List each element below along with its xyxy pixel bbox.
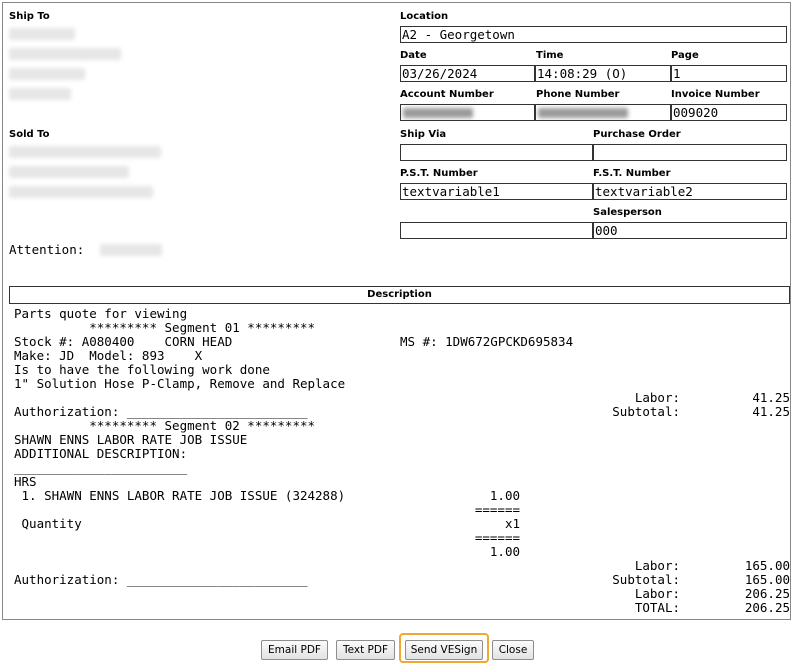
date-field: 03/26/2024 bbox=[400, 65, 535, 82]
ship-to-label: Ship To bbox=[9, 11, 50, 22]
salesperson-field: 000 bbox=[593, 222, 787, 239]
invoice-number-field: 009020 bbox=[671, 104, 787, 121]
phone-number-field bbox=[535, 104, 671, 121]
seg1-subtotal-label: Subtotal: bbox=[612, 404, 680, 419]
qty-separator-1: ====== bbox=[474, 502, 520, 517]
segment-01-header: ********* Segment 01 ********* bbox=[14, 320, 316, 335]
invoice-number-label: Invoice Number bbox=[671, 89, 760, 100]
account-number-label: Account Number bbox=[400, 89, 494, 100]
ms-number: MS #: 1DW672GPCKD695834 bbox=[400, 334, 574, 349]
time-label: Time bbox=[536, 50, 564, 61]
salesperson-left-field bbox=[400, 222, 593, 239]
seg2-labor-label: Labor: bbox=[634, 558, 680, 573]
sold-to-label: Sold To bbox=[9, 129, 50, 140]
total-labor-value: 206.25 bbox=[744, 586, 790, 601]
salesperson-label: Salesperson bbox=[593, 207, 662, 218]
page-label: Page bbox=[671, 50, 699, 61]
close-button[interactable]: Close bbox=[492, 640, 534, 660]
ship-via-field bbox=[400, 144, 593, 161]
pst-number-field: textvariable1 bbox=[400, 183, 593, 200]
fst-number-label: F.S.T. Number bbox=[593, 168, 671, 179]
purchase-order-field bbox=[593, 144, 787, 161]
seg2-subtotal-label: Subtotal: bbox=[612, 572, 680, 587]
pst-number-label: P.S.T. Number bbox=[400, 168, 478, 179]
description-line: Parts quote for viewing bbox=[14, 306, 188, 321]
seg2-subtotal-value: 165.00 bbox=[744, 572, 790, 587]
labor-rate-line: SHAWN ENNS LABOR RATE JOB ISSUE bbox=[14, 432, 248, 447]
segment-02-header: ********* Segment 02 ********* bbox=[14, 418, 316, 433]
phone-number-redacted bbox=[538, 108, 628, 118]
seg1-subtotal-value: 41.25 bbox=[752, 404, 790, 419]
labor-item-line: 1. SHAWN ENNS LABOR RATE JOB ISSUE (3242… bbox=[14, 488, 346, 503]
attention-redacted bbox=[100, 244, 162, 256]
ship-via-label: Ship Via bbox=[400, 129, 447, 140]
work-description-line: Is to have the following work done bbox=[14, 362, 270, 377]
action-bar: Email PDF Text PDF Send VESign Close bbox=[0, 633, 793, 663]
qty-separator-2: ====== bbox=[474, 530, 520, 545]
authorization-line-2: Authorization: ________________________ bbox=[14, 572, 308, 587]
grand-total-label: TOTAL: bbox=[634, 600, 680, 615]
email-pdf-button[interactable]: Email PDF bbox=[261, 640, 328, 660]
qty-hours: 1.00 bbox=[489, 488, 520, 503]
account-number-redacted bbox=[403, 108, 473, 118]
authorization-line-1: Authorization: ________________________ bbox=[14, 404, 308, 419]
qty-total: 1.00 bbox=[489, 544, 520, 559]
location-label: Location bbox=[400, 11, 449, 22]
qty-multiplier: x1 bbox=[504, 516, 520, 531]
account-number-field bbox=[400, 104, 535, 121]
hrs-label: HRS bbox=[14, 474, 37, 489]
purchase-order-label: Purchase Order bbox=[593, 129, 681, 140]
grand-total-value: 206.25 bbox=[744, 600, 790, 615]
seg1-labor-value: 41.25 bbox=[752, 390, 790, 405]
text-pdf-button[interactable]: Text PDF bbox=[336, 640, 395, 660]
work-item-line: 1" Solution Hose P-Clamp, Remove and Rep… bbox=[14, 376, 346, 391]
attention-label: Attention: bbox=[9, 242, 85, 257]
seg2-labor-value: 165.00 bbox=[744, 558, 790, 573]
page-field: 1 bbox=[671, 65, 787, 82]
additional-description-line: ADDITIONAL DESCRIPTION: bbox=[14, 446, 188, 461]
date-label: Date bbox=[400, 50, 427, 61]
phone-number-label: Phone Number bbox=[536, 89, 620, 100]
description-heading: Description bbox=[9, 286, 790, 304]
send-vesign-button[interactable]: Send VESign bbox=[405, 640, 483, 660]
fst-number-field: textvariable2 bbox=[593, 183, 787, 200]
seg1-labor-label: Labor: bbox=[634, 390, 680, 405]
make-model-line: Make: JD Model: 893 X bbox=[14, 348, 203, 363]
quantity-label: Quantity bbox=[14, 516, 82, 531]
location-field: A2 - Georgetown bbox=[400, 26, 787, 43]
total-labor-label: Labor: bbox=[634, 586, 680, 601]
stock-line: Stock #: A080400 CORN HEAD bbox=[14, 334, 233, 349]
time-field: 14:08:29 (O) bbox=[535, 65, 671, 82]
divider-line: _______________________ bbox=[14, 460, 188, 475]
